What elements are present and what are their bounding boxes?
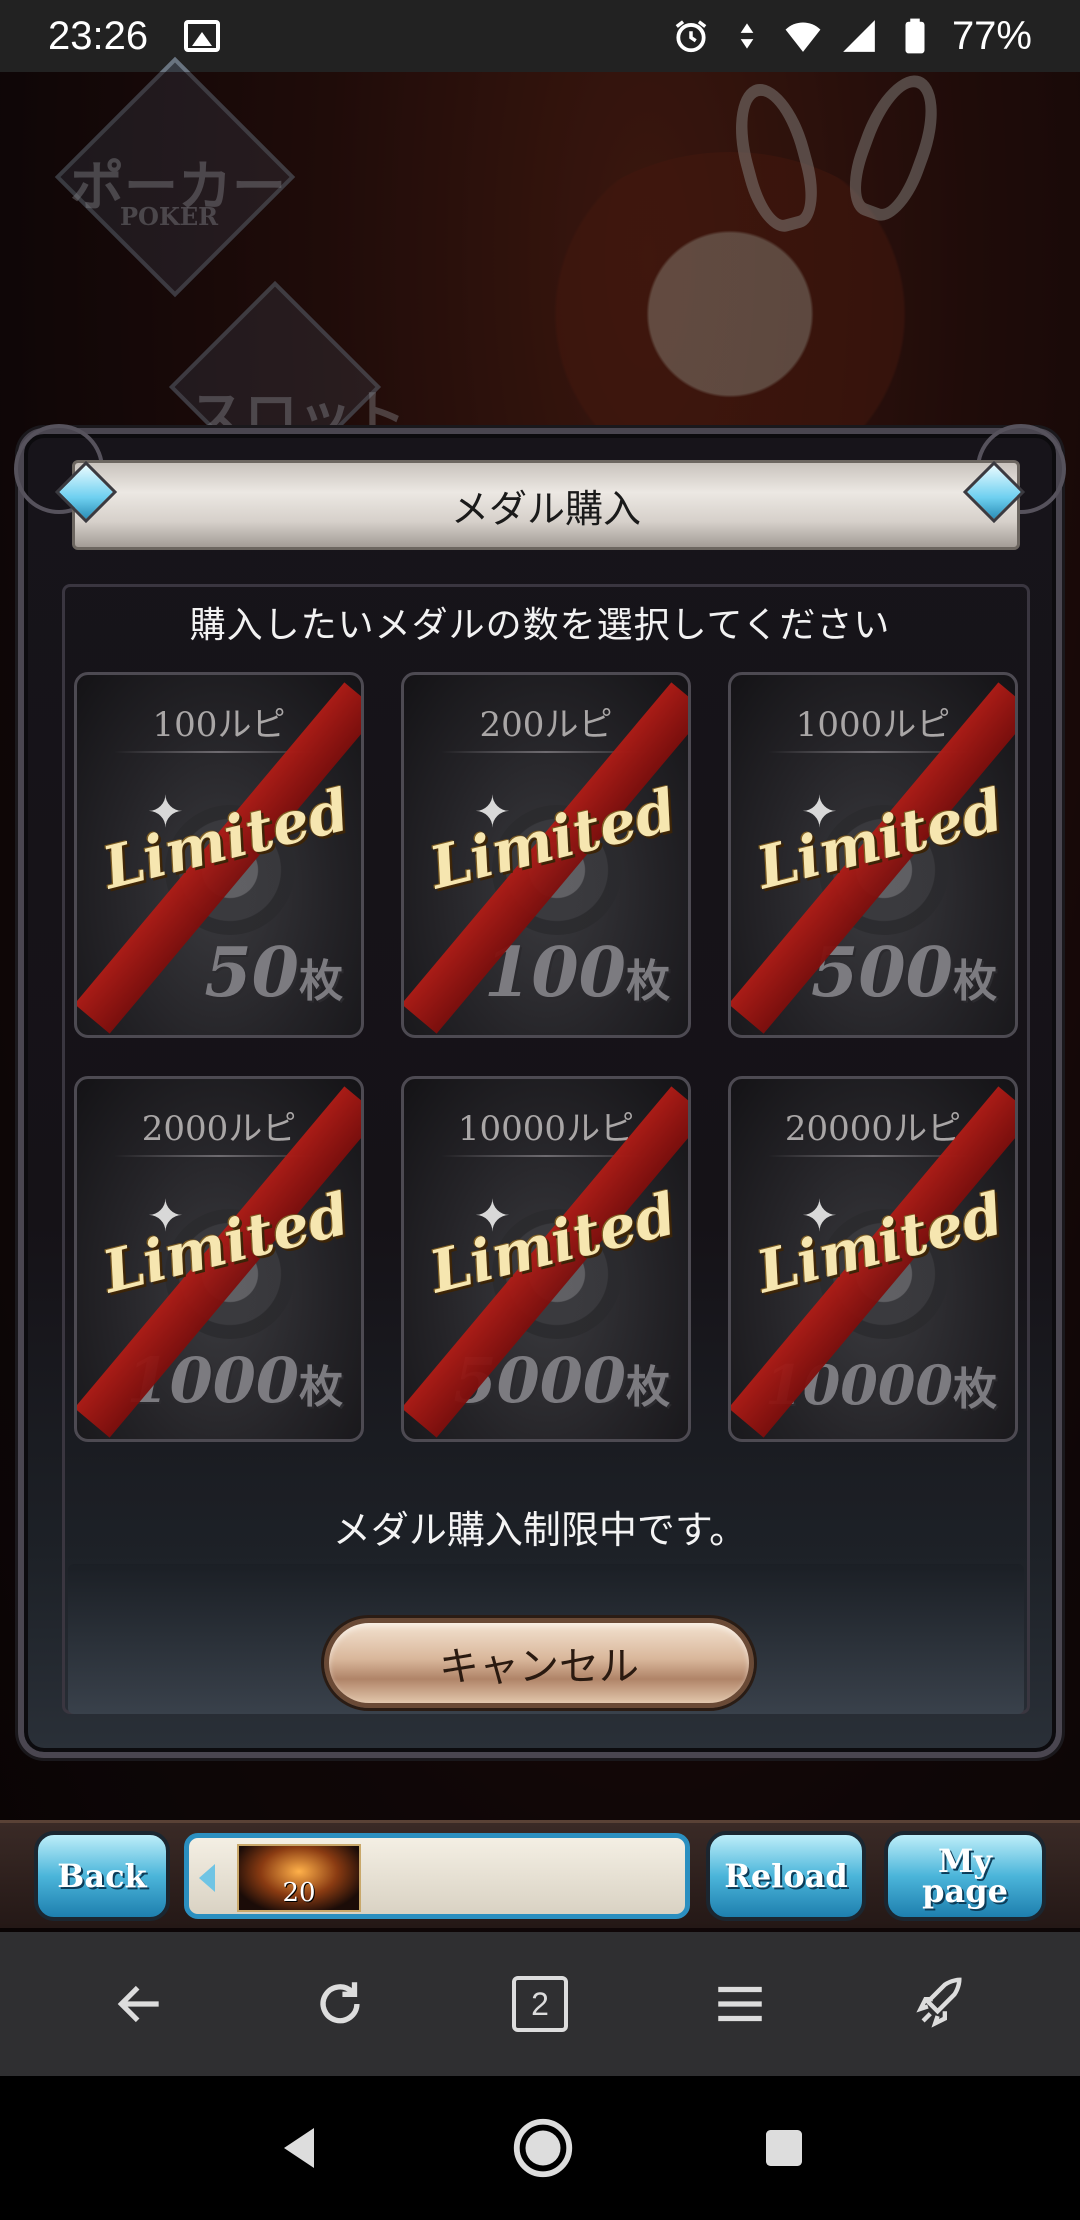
medal-purchase-dialog: メダル購入 購入したいメダルの数を選択してください 100ルピ ✦ 50枚 Li… xyxy=(14,424,1066,1758)
status-bar: 23:26 77% xyxy=(0,0,1080,72)
medal-option-card[interactable]: 100ルピ ✦ 50枚 Limited xyxy=(74,672,364,1038)
back-button[interactable]: Back xyxy=(34,1831,170,1921)
option-quantity: 50枚 xyxy=(204,933,343,1013)
data-transfer-icon xyxy=(740,23,754,49)
browser-toolbar: 2 xyxy=(0,1932,1080,2076)
dialog-instruction: 購入したいメダルの数を選択してください xyxy=(189,605,891,646)
browser-back-button[interactable] xyxy=(108,1972,172,2036)
medal-option-grid: 100ルピ ✦ 50枚 Limited 200ルピ ✦ 100枚 Limited… xyxy=(74,672,1018,1442)
alarm-icon xyxy=(675,20,707,53)
dialog-header: メダル購入 xyxy=(72,460,1020,550)
medal-option-card[interactable]: 2000ルピ ✦ 1000枚 Limited xyxy=(74,1076,364,1442)
quantity-unit: 枚 xyxy=(299,1362,343,1413)
battery-icon xyxy=(905,18,925,54)
nav-back-icon[interactable] xyxy=(269,2118,329,2178)
option-quantity: 100枚 xyxy=(484,933,670,1013)
status-icons: 77% xyxy=(672,14,1032,59)
medal-option-card[interactable]: 1000ルピ ✦ 500枚 Limited xyxy=(728,672,1018,1038)
option-quantity: 500枚 xyxy=(811,933,997,1013)
purchase-limit-notice: メダル購入制限中です。 xyxy=(332,1508,748,1552)
image-notification-icon xyxy=(184,20,221,52)
tab-count: 2 xyxy=(531,1985,549,2022)
quantity-unit: 枚 xyxy=(953,1364,997,1415)
wifi-icon xyxy=(785,22,821,52)
menu-icon xyxy=(718,1986,762,2022)
rank-badge: 20 xyxy=(237,1844,361,1912)
gauge-arrow-icon[interactable] xyxy=(199,1864,215,1892)
browser-menu-button[interactable] xyxy=(708,1972,772,2036)
tabs-count-icon: 2 xyxy=(512,1976,568,2032)
reload-label: Reload xyxy=(724,1857,848,1895)
mypage-label-line2: page xyxy=(922,1872,1008,1910)
quantity-unit: 枚 xyxy=(626,956,670,1007)
battery-percent: 77% xyxy=(951,13,1032,58)
rocket-icon xyxy=(916,1977,962,2028)
medal-option-card[interactable]: 10000ルピ ✦ 5000枚 Limited xyxy=(401,1076,691,1442)
refresh-icon xyxy=(320,1982,360,2024)
cell-signal-icon xyxy=(843,20,875,52)
status-gauge: 20 xyxy=(184,1833,690,1919)
dialog-title: メダル購入 xyxy=(450,486,641,531)
back-label: Back xyxy=(57,1857,147,1895)
medal-option-card[interactable]: 20000ルピ ✦ 10000枚 Limited xyxy=(728,1076,1018,1442)
rank-number: 20 xyxy=(282,1878,316,1908)
arrow-left-icon xyxy=(117,1985,159,2023)
game-nav-bar: Back 20 Reload My page xyxy=(0,1820,1080,1928)
quantity-unit: 枚 xyxy=(626,1362,670,1413)
cancel-button[interactable]: キャンセル xyxy=(324,1618,754,1708)
nav-home-icon[interactable] xyxy=(508,2113,578,2183)
clock: 23:26 xyxy=(48,13,149,58)
browser-refresh-button[interactable] xyxy=(308,1972,372,2036)
android-nav-bar xyxy=(0,2076,1080,2220)
medal-option-card[interactable]: 200ルピ ✦ 100枚 Limited xyxy=(401,672,691,1038)
quantity-unit: 枚 xyxy=(299,956,343,1007)
mypage-button[interactable]: My page xyxy=(884,1831,1046,1921)
reload-button[interactable]: Reload xyxy=(706,1831,866,1921)
quantity-unit: 枚 xyxy=(953,956,997,1007)
quantity-number: 50 xyxy=(204,933,299,1013)
browser-tabs-button[interactable]: 2 xyxy=(508,1972,572,2036)
browser-rocket-button[interactable] xyxy=(908,1972,972,2036)
nav-recents-icon[interactable] xyxy=(757,2121,811,2175)
